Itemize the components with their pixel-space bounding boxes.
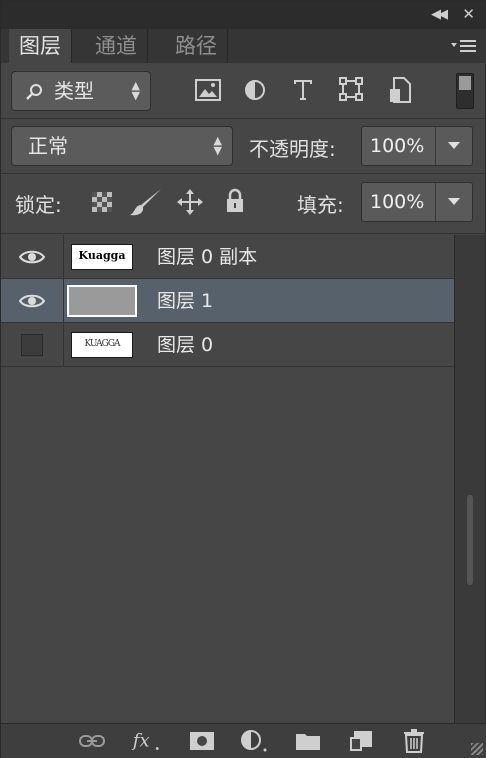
toggle-knob <box>459 76 471 90</box>
panel-title-bar: ◀◀ ✕ <box>1 1 486 29</box>
collapse-panel-icon[interactable]: ◀◀ <box>431 7 448 22</box>
panel-footer-toolbar: fx <box>1 723 486 758</box>
panel-menu-icon[interactable] <box>451 37 477 55</box>
visibility-toggle[interactable] <box>1 323 64 366</box>
lock-transparent-pixels-icon[interactable] <box>91 191 113 213</box>
close-icon[interactable]: ✕ <box>462 5 475 23</box>
fill-field[interactable]: 100% <box>361 182 473 222</box>
pixel-layer-filter-icon[interactable] <box>195 79 221 101</box>
layer-name[interactable]: 图层 0 <box>157 323 213 367</box>
opacity-field[interactable]: 100% <box>361 126 473 166</box>
thumbnail-image-text: Kuagga <box>78 249 126 262</box>
type-layer-filter-icon[interactable] <box>291 77 315 101</box>
fill-label: 填充: <box>297 193 344 217</box>
new-group-button[interactable] <box>293 728 323 754</box>
layer-thumbnail[interactable] <box>67 285 137 317</box>
adjustment-circle-icon <box>241 730 267 752</box>
blend-mode-value: 正常 <box>28 134 68 158</box>
eye-icon <box>19 250 45 263</box>
lock-label: 锁定: <box>15 193 62 217</box>
lock-image-pixels-brush-icon[interactable] <box>129 187 163 217</box>
visibility-toggle[interactable] <box>1 235 64 278</box>
search-icon <box>26 84 42 100</box>
layer-name[interactable]: 图层 1 <box>157 279 213 323</box>
new-layer-button[interactable] <box>347 728 377 754</box>
tab-channels[interactable]: 通道 <box>85 29 148 63</box>
tab-layers[interactable]: 图层 <box>9 29 72 63</box>
updown-arrows-icon: ▲ ▼ <box>213 134 222 157</box>
filter-type-select[interactable]: 类型 ▲ ▼ <box>11 71 151 111</box>
layers-panel: ◀◀ ✕ 图层 通道 路径 类型 ▲ ▼ 正常 ▲ ▼ 不透明度: 100% 锁… <box>0 0 486 758</box>
panel-tabs: 图层 通道 路径 <box>1 29 486 63</box>
fill-value[interactable]: 100% <box>370 183 424 221</box>
opacity-value[interactable]: 100% <box>370 127 424 165</box>
adjustment-layer-filter-icon[interactable] <box>244 79 266 101</box>
scrollbar-thumb[interactable] <box>467 495 473 585</box>
layers-scrollbar[interactable] <box>454 235 485 725</box>
layer-thumbnail[interactable]: KUAGGA <box>71 332 133 358</box>
thumbnail-image-text: KUAGGA <box>84 339 120 349</box>
hidden-visibility-box <box>21 333 43 356</box>
eye-icon <box>19 294 45 307</box>
trash-icon <box>404 729 424 753</box>
lock-all-padlock-icon[interactable] <box>225 188 245 214</box>
fx-icon: fx <box>131 731 159 752</box>
visibility-toggle[interactable] <box>1 279 64 322</box>
layer-mask-icon <box>190 732 214 750</box>
adjustment-layer-button[interactable] <box>239 728 269 754</box>
blend-mode-select[interactable]: 正常 ▲ ▼ <box>11 126 233 166</box>
opacity-dropdown-button[interactable] <box>435 127 472 165</box>
layers-list: Kuagga 图层 0 副本 图层 1 KUAGGA 图层 0 <box>1 235 455 725</box>
tab-paths[interactable]: 路径 <box>165 29 228 63</box>
filter-toggle-switch[interactable] <box>456 73 474 109</box>
filter-type-label: 类型 <box>54 79 94 103</box>
chevron-down-icon <box>448 142 460 149</box>
resize-grip-icon[interactable] <box>471 743 483 755</box>
layer-name[interactable]: 图层 0 副本 <box>157 235 257 279</box>
delete-layer-button[interactable] <box>399 728 429 754</box>
add-mask-button[interactable] <box>187 728 217 754</box>
layer-row-selected[interactable]: 图层 1 <box>1 279 455 323</box>
new-layer-icon <box>350 731 372 751</box>
folder-icon <box>296 734 320 750</box>
chevron-down-icon <box>448 198 460 205</box>
link-layers-button[interactable] <box>77 728 107 754</box>
updown-arrows-icon: ▲ ▼ <box>131 79 140 102</box>
layer-row[interactable]: KUAGGA 图层 0 <box>1 323 455 367</box>
layer-style-button[interactable]: fx <box>131 728 161 754</box>
svg-text:fx: fx <box>131 731 150 752</box>
shape-layer-filter-icon[interactable] <box>339 77 363 101</box>
smart-object-filter-icon[interactable] <box>389 77 411 103</box>
layer-row[interactable]: Kuagga 图层 0 副本 <box>1 235 455 279</box>
divider <box>1 233 486 234</box>
divider <box>1 173 486 174</box>
opacity-label: 不透明度: <box>249 137 336 161</box>
lock-position-move-icon[interactable] <box>177 189 203 215</box>
divider <box>1 118 486 119</box>
layer-thumbnail[interactable]: Kuagga <box>71 244 133 270</box>
link-icon <box>79 735 105 747</box>
fill-dropdown-button[interactable] <box>435 183 472 221</box>
